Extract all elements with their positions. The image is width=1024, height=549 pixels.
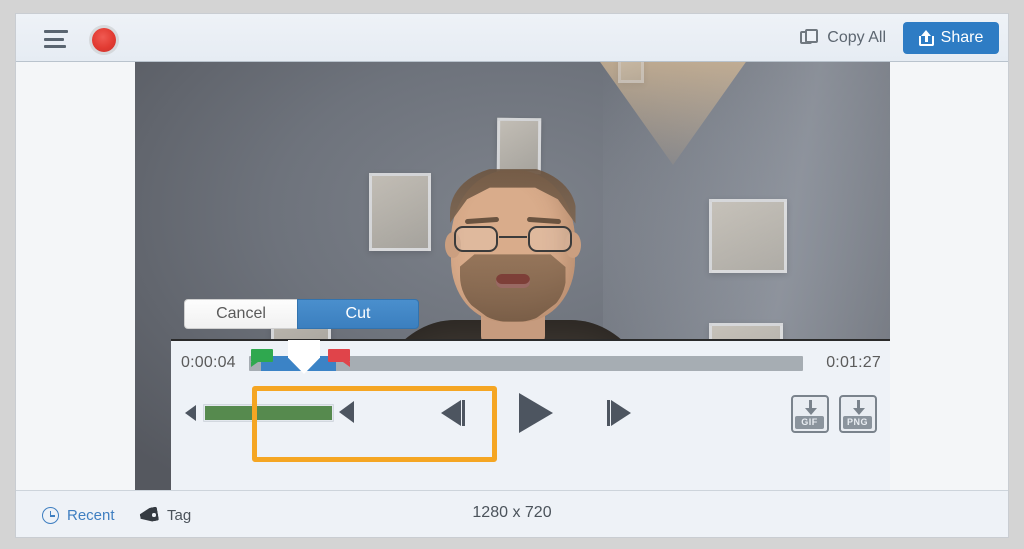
wall-picture-frame — [618, 62, 645, 84]
copy-all-label: Copy All — [827, 29, 886, 46]
gif-label: GIF — [795, 416, 824, 429]
copy-all-button[interactable]: Copy All — [800, 25, 886, 51]
cut-action-bubble: Cancel Cut — [184, 294, 423, 341]
previous-frame-triangle — [441, 400, 461, 426]
share-button[interactable]: Share — [903, 22, 999, 54]
speaker-low-icon[interactable] — [185, 405, 196, 421]
download-gif-icon[interactable]: GIF — [791, 395, 829, 433]
next-frame-icon[interactable] — [601, 397, 631, 429]
start-marker-body — [251, 349, 273, 362]
volume-level-fill — [205, 406, 332, 420]
share-upload-icon — [918, 30, 934, 46]
glasses-lens-right — [527, 225, 572, 252]
download-png-icon[interactable]: PNG — [839, 395, 877, 433]
cut-button[interactable]: Cut — [297, 299, 419, 329]
record-button-icon[interactable] — [92, 28, 116, 52]
total-time-label: 0:01:27 — [826, 354, 881, 371]
top-toolbar: Copy All Share — [16, 14, 1008, 62]
play-icon[interactable] — [519, 393, 555, 433]
copy-icon-front-square — [805, 29, 819, 43]
wall-picture-frame — [708, 198, 787, 273]
green-start-marker-icon[interactable] — [251, 349, 273, 367]
subject-glasses — [453, 225, 572, 252]
previous-frame-icon[interactable] — [441, 397, 471, 429]
next-frame-bar — [607, 400, 610, 426]
end-marker-body — [328, 349, 350, 362]
start-marker-tail — [251, 362, 258, 367]
share-label: Share — [940, 29, 984, 46]
next-frame-triangle — [611, 400, 631, 426]
hamburger-line — [44, 45, 66, 48]
gif-arrow-head — [804, 408, 817, 415]
video-stage: TechSmith Cancel Cut 0:00:04 — [16, 62, 1008, 490]
glasses-bridge — [498, 235, 527, 239]
wall-picture-frame — [497, 117, 542, 174]
png-label: PNG — [843, 416, 872, 429]
video-preview[interactable]: TechSmith Cancel Cut 0:00:04 — [135, 62, 890, 490]
volume-slider[interactable] — [203, 404, 334, 422]
wall-picture-frame — [369, 173, 432, 252]
status-bar: Recent Tag 1280 x 720 — [16, 490, 1008, 537]
play-triangle — [519, 393, 553, 433]
transport-row: GIF PNG — [171, 383, 890, 445]
hamburger-menu-icon[interactable] — [44, 30, 70, 48]
red-end-marker-icon[interactable] — [328, 349, 350, 367]
glasses-lens-left — [453, 225, 498, 252]
png-arrow-head — [852, 408, 865, 415]
application-window: Copy All Share Cancel Cut 0:00:04 0:01:2… — [16, 14, 1008, 537]
end-marker-tail — [343, 362, 350, 367]
speaker-high-icon[interactable] — [339, 401, 354, 423]
cancel-button[interactable]: Cancel — [184, 299, 297, 329]
share-icon-arrow — [921, 30, 932, 36]
subject-mouth — [495, 273, 530, 288]
playback-control-panel: Cancel Cut 0:00:04 0:01:27 GIF PNG — [171, 299, 890, 490]
hamburger-line — [44, 30, 68, 33]
timeline-row: 0:00:04 0:01:27 — [171, 340, 890, 383]
previous-frame-bar — [462, 400, 465, 426]
hamburger-line — [44, 37, 64, 41]
copy-icon — [800, 29, 819, 47]
dimensions-label: 1280 x 720 — [472, 504, 552, 521]
timeline-scrubber[interactable] — [249, 340, 803, 374]
current-time-label: 0:00:04 — [181, 354, 236, 371]
